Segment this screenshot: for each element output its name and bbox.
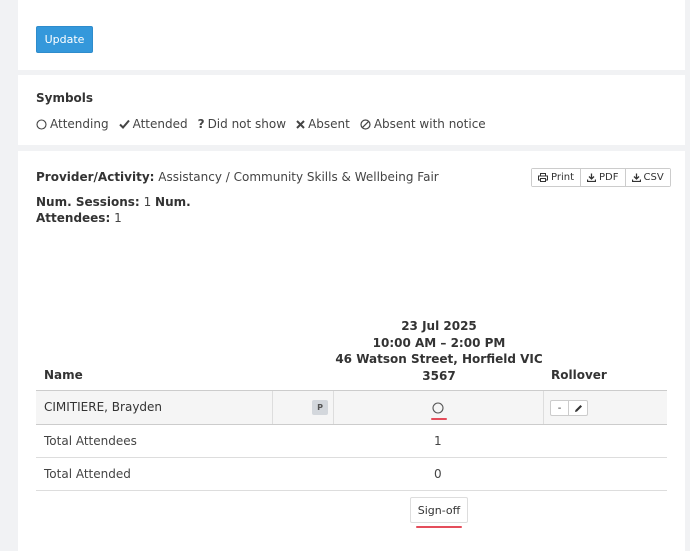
symbol-did-not-show: ? Did not show (198, 117, 286, 131)
sessions-value: 1 (143, 195, 152, 209)
attendee-status-badge[interactable]: P (312, 400, 328, 415)
sign-off-underline (416, 526, 462, 528)
rollover-column-header: Rollover (551, 368, 607, 382)
attendee-name-cell: CIMITIERE, Brayden (36, 391, 273, 424)
csv-label: CSV (643, 172, 664, 183)
symbols-panel: Symbols Attending Attended ? Did not sho… (18, 75, 685, 145)
total-attendees-label: Total Attendees (44, 434, 137, 448)
attendance-toggle[interactable] (430, 400, 446, 416)
attendees-label-start: Num. (155, 195, 191, 209)
attendees-label: Attendees: (36, 211, 111, 225)
provider-activity: Provider/Activity: Assistancy / Communit… (36, 170, 439, 184)
rollover-minus-button[interactable]: - (551, 401, 569, 415)
circle-outline-icon (432, 402, 444, 414)
download-icon (631, 173, 641, 182)
csv-button[interactable]: CSV (625, 169, 670, 186)
session-date: 23 Jul 2025 (401, 319, 477, 333)
symbol-absent-with-notice: Absent with notice (360, 117, 486, 131)
cross-icon (296, 119, 305, 129)
session-address: 46 Watson Street, Horfield VIC (335, 352, 543, 366)
export-button-group: Print PDF CSV (531, 168, 671, 187)
provider-label: Provider/Activity: (36, 170, 155, 184)
question-icon: ? (197, 117, 205, 131)
print-icon (538, 173, 548, 182)
rollover-edit-button[interactable] (569, 401, 587, 415)
attendees-value: 1 (114, 211, 122, 225)
circle-outline-icon (36, 118, 47, 130)
name-column-header: Name (44, 368, 83, 382)
total-attended-row: Total Attended 0 (36, 458, 667, 491)
attendee-name: CIMITIERE, Brayden (44, 400, 163, 414)
session-time: 10:00 AM – 2:00 PM (372, 335, 506, 350)
ban-icon (360, 118, 371, 130)
attendee-row: CIMITIERE, Brayden P - (36, 390, 667, 425)
provider-value: Assistancy / Community Skills & Wellbein… (158, 170, 439, 184)
session-column-header: 23 Jul 2025 10:00 AM – 2:00 PM 46 Watson… (334, 318, 544, 384)
symbol-label: Attended (132, 117, 188, 131)
sign-off-button[interactable]: Sign-off (410, 497, 468, 523)
symbol-attending: Attending (36, 117, 109, 131)
download-icon (587, 173, 597, 182)
sessions-count: Num. Sessions: 1 Num. (36, 195, 191, 209)
total-attendees-row: Total Attendees 1 (36, 425, 667, 458)
total-attended-label: Total Attended (44, 467, 131, 481)
total-attendees-value: 1 (434, 434, 442, 448)
symbol-absent: Absent (296, 117, 350, 131)
pdf-button[interactable]: PDF (581, 169, 626, 186)
print-button[interactable]: Print (532, 169, 582, 186)
symbol-attended: Attended (118, 117, 188, 131)
pdf-label: PDF (599, 172, 619, 183)
rollover-controls: - (550, 400, 588, 416)
symbol-label: Absent (308, 117, 350, 131)
update-panel: Update (18, 0, 685, 70)
print-label: Print (551, 172, 575, 183)
check-icon (118, 119, 130, 129)
symbol-label: Absent with notice (373, 117, 486, 131)
session-postcode: 3567 (422, 368, 456, 383)
symbols-legend: Attending Attended ? Did not show Absent… (36, 117, 496, 131)
attendance-report-panel: Provider/Activity: Assistancy / Communit… (18, 151, 685, 551)
symbol-label: Did not show (207, 117, 287, 131)
sessions-label: Num. Sessions: (36, 195, 140, 209)
attendance-underline (431, 418, 447, 420)
total-attended-value: 0 (434, 467, 442, 481)
symbols-title: Symbols (36, 91, 94, 105)
symbol-label: Attending (50, 117, 109, 131)
attendees-count: Attendees: 1 (36, 211, 122, 225)
update-button[interactable]: Update (36, 26, 93, 53)
pencil-icon (574, 404, 582, 412)
